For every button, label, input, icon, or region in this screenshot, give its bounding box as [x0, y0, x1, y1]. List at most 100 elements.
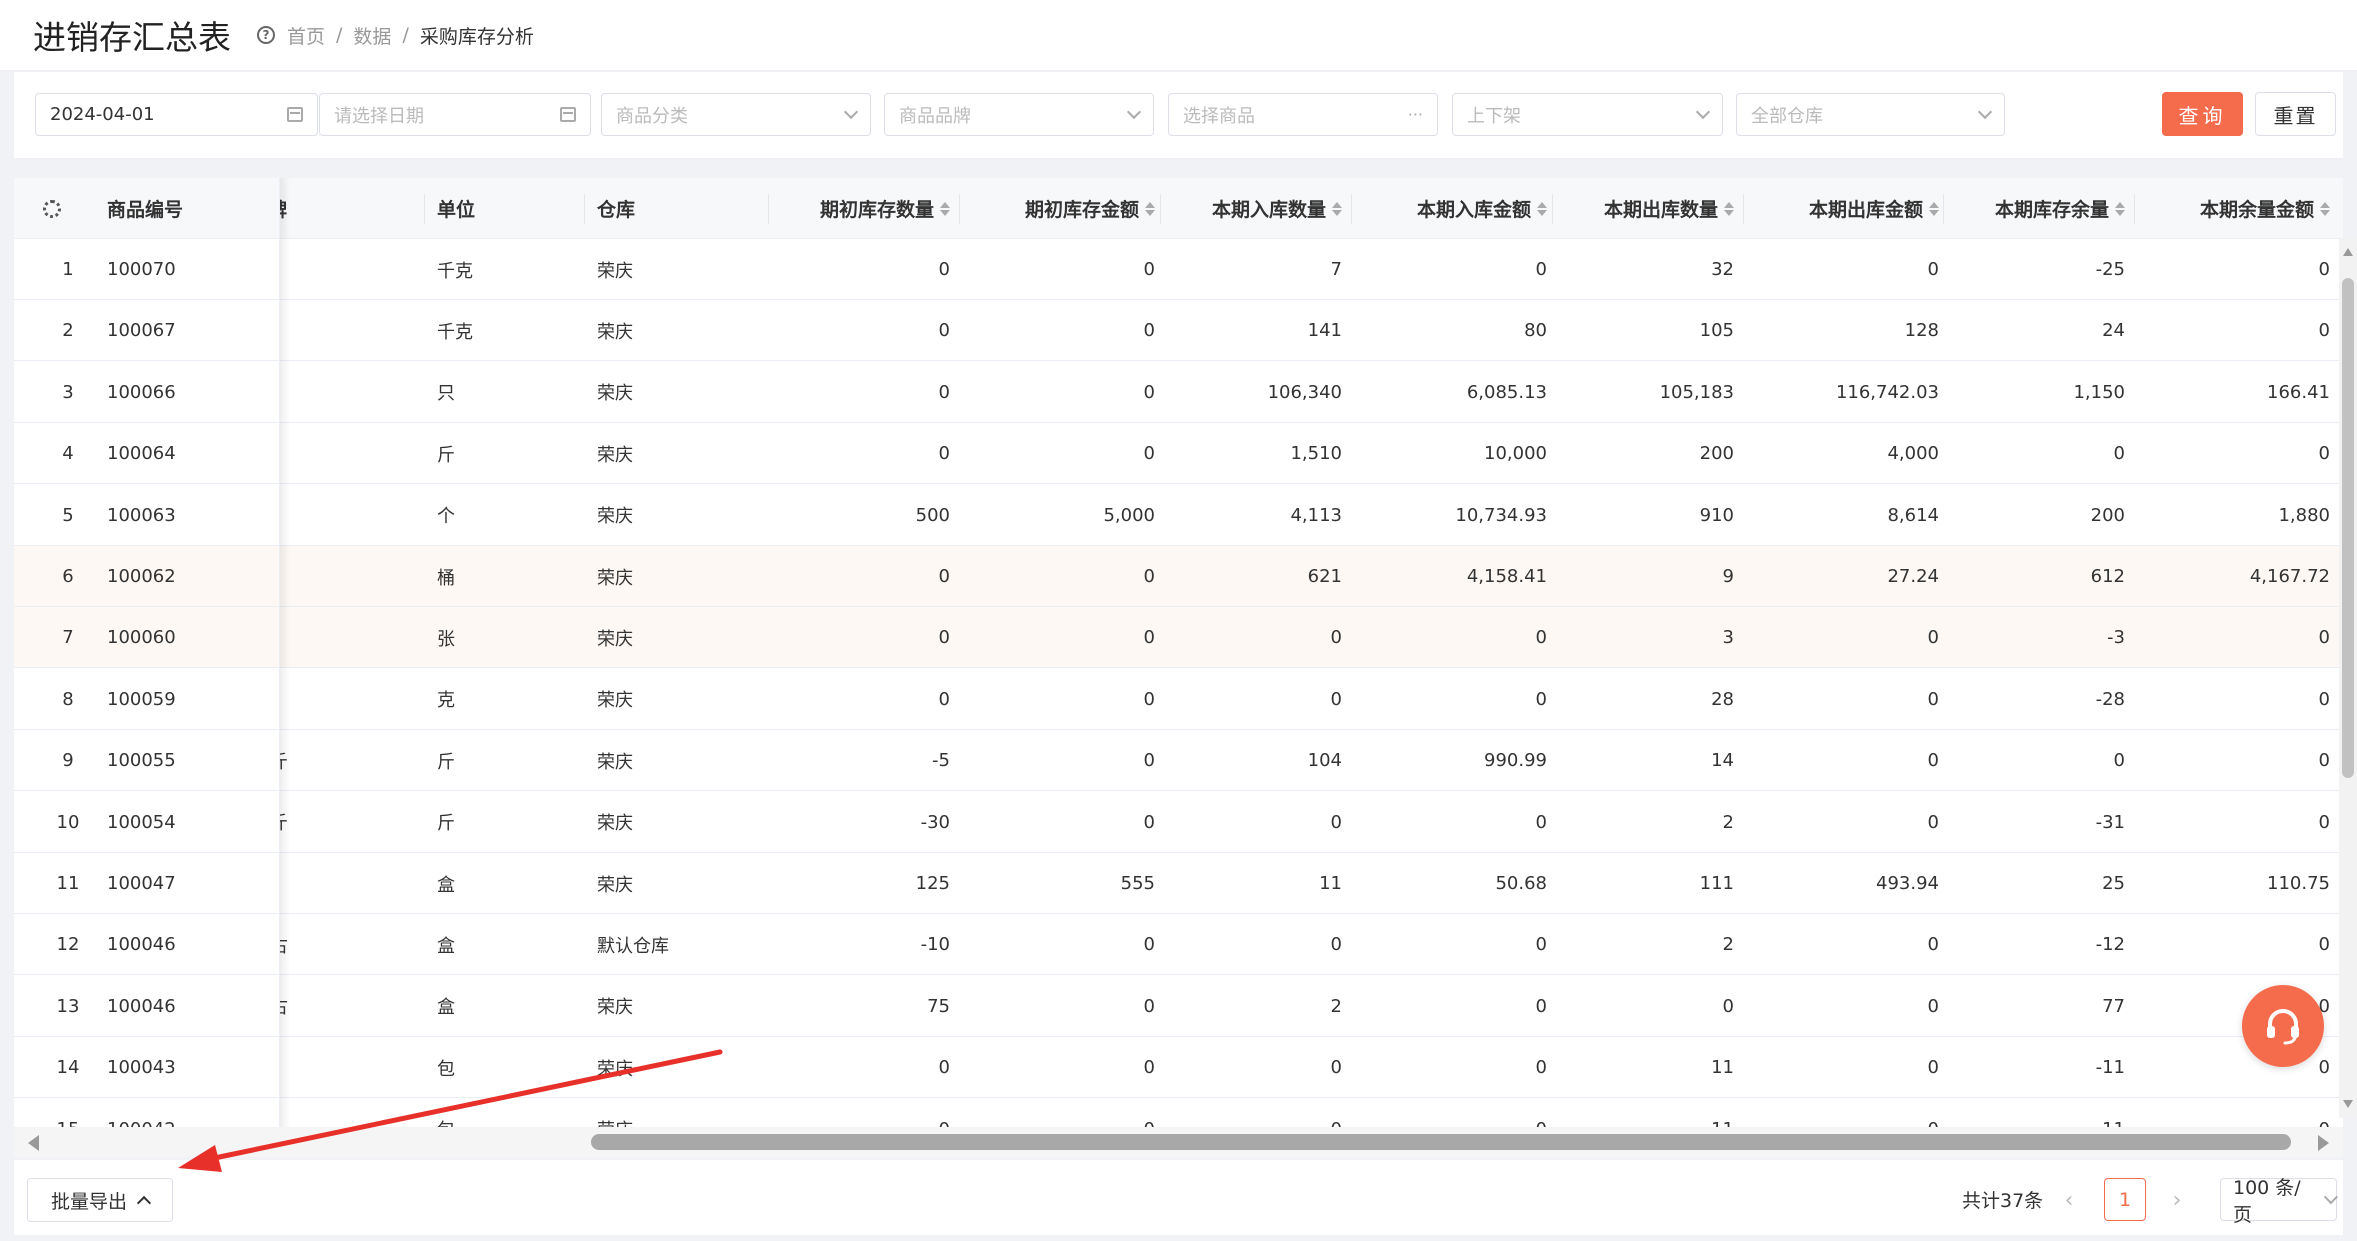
- column-header-out-amt[interactable]: 本期出库金额: [1753, 178, 1939, 239]
- start-date-picker[interactable]: 2024-04-01: [35, 93, 318, 136]
- table-row[interactable]: 6 100062 桶 荣庆 0 0 621 4,158.41 9 27.24 612 4,167.72: [14, 546, 2343, 607]
- filter-bar: 2024-04-01 请选择日期 商品分类 商品品牌 选择商品 ··· 上下架 …: [14, 72, 2343, 158]
- breadcrumb-data[interactable]: 数据: [353, 22, 391, 49]
- cell-out-amt: 128: [1753, 300, 1939, 361]
- cell-remain-qty: 0: [1939, 730, 2125, 791]
- sort-icon[interactable]: [1929, 201, 1939, 216]
- cell-remain-qty-text: 24: [2102, 320, 2125, 342]
- column-settings[interactable]: [40, 178, 64, 239]
- end-date-picker[interactable]: 请选择日期: [319, 93, 591, 136]
- query-button[interactable]: 查询: [2162, 92, 2243, 136]
- gear-icon[interactable]: [43, 199, 61, 218]
- cell-warehouse-text: 荣庆: [597, 813, 633, 835]
- sort-icon[interactable]: [2320, 201, 2330, 216]
- cell-out-amt-text: 116,742.03: [1835, 381, 1939, 403]
- cell-unit-text: 千克: [437, 260, 473, 282]
- horizontal-scrollbar[interactable]: [14, 1127, 2343, 1157]
- cell-in-qty-text: 4,113: [1290, 504, 1342, 526]
- cell-in-qty: 106,340: [1156, 362, 1342, 423]
- sort-icon[interactable]: [1332, 201, 1342, 216]
- scroll-right-icon[interactable]: [2318, 1135, 2329, 1151]
- next-page-icon[interactable]: ›: [2162, 1182, 2192, 1218]
- page-size-value: 100 条/页: [2233, 1176, 2301, 1226]
- table-row[interactable]: 10100054斤斤荣庆-3000020-310: [14, 791, 2343, 853]
- table-row[interactable]: 14 100043 包 荣庆 0 0 0 0 11 0 -11 0: [14, 1037, 2343, 1099]
- vertical-scrollbar[interactable]: [2339, 238, 2357, 1118]
- sort-icon[interactable]: [940, 201, 950, 216]
- cell-open-amt-text: 0: [1143, 1057, 1155, 1079]
- cell-open-amt: 0: [969, 914, 1155, 975]
- column-header-remain-qty[interactable]: 本期库存余量: [1939, 178, 2125, 239]
- column-header-open-qty[interactable]: 期初库存数量: [764, 178, 950, 239]
- sort-icon[interactable]: [1724, 201, 1734, 216]
- sort-icon[interactable]: [2115, 201, 2125, 216]
- cell-out-qty: 200: [1548, 423, 1734, 484]
- scroll-left-icon[interactable]: [28, 1135, 39, 1151]
- cell-remain-qty-text: -12: [2095, 934, 2125, 956]
- product-selector[interactable]: 选择商品 ···: [1168, 93, 1438, 136]
- page-size-select[interactable]: 100 条/页: [2220, 1177, 2339, 1226]
- shelf-status-select[interactable]: 上下架: [1452, 93, 1723, 136]
- cell-open-qty-text: 125: [915, 873, 950, 894]
- cell-code-text: 100063: [107, 504, 176, 526]
- table-row[interactable]: 4 100064 斤 荣庆 0 0 1,510 10,000 200 4,000 0 0: [14, 423, 2343, 485]
- cell-out-amt: 0: [1753, 792, 1939, 853]
- breadcrumb-home[interactable]: 首页: [287, 22, 325, 49]
- cell-open-amt-text: 0: [1143, 320, 1155, 342]
- cell-unit: 只: [437, 362, 557, 423]
- customer-support-button[interactable]: [2242, 985, 2324, 1067]
- category-select[interactable]: 商品分类: [601, 93, 871, 136]
- column-header-remain-amt[interactable]: 本期余量金额: [2144, 178, 2330, 239]
- table-row[interactable]: 12100046古盒默认仓库-1000020-120: [14, 914, 2343, 976]
- column-header-out-qty[interactable]: 本期出库数量: [1548, 178, 1734, 239]
- cell-in-amt: 4,158.41: [1361, 546, 1547, 607]
- prev-page-icon[interactable]: ‹: [2054, 1182, 2084, 1218]
- cell-index: 6: [40, 546, 96, 607]
- batch-export-button[interactable]: 批量导出: [27, 1178, 173, 1222]
- scroll-down-icon[interactable]: [2343, 1100, 2353, 1108]
- table-row[interactable]: 2 100067 千克 荣庆 0 0 141 80 105 128 24 0: [14, 300, 2343, 362]
- cell-out-amt: 0: [1753, 239, 1939, 300]
- sort-icon[interactable]: [1537, 201, 1547, 216]
- table-row[interactable]: 9100055斤斤荣庆-50104990.9914000: [14, 730, 2343, 792]
- cell-warehouse: 荣庆: [597, 362, 757, 423]
- table-row[interactable]: 5 100063 个 荣庆 500 5,000 4,113 10,734.93 910 8,614…: [14, 484, 2343, 546]
- sort-icon[interactable]: [1145, 201, 1155, 216]
- cell-out-amt-text: 0: [1927, 259, 1939, 280]
- cell-in-qty: 4,113: [1156, 485, 1342, 546]
- horizontal-scroll-thumb[interactable]: [591, 1134, 2291, 1150]
- column-header-in-qty[interactable]: 本期入库数量: [1156, 178, 1342, 239]
- cell-unit: 斤: [437, 730, 557, 791]
- cell-unit-text: 斤: [437, 813, 455, 835]
- cell-remain-amt-text: 4,167.72: [2249, 566, 2330, 587]
- cell-out-qty: 28: [1548, 669, 1734, 730]
- cell-open-qty: 125: [764, 853, 950, 914]
- cell-index: 5: [40, 485, 96, 546]
- cell-code: 100063: [107, 485, 267, 546]
- cell-index-text: 6: [62, 566, 74, 587]
- table-row[interactable]: 3 100066 只 荣庆 0 0 106,340 6,085.13 105,183 116,74…: [14, 361, 2343, 423]
- cell-index-text: 8: [62, 688, 74, 710]
- question-circle-icon[interactable]: ?: [257, 26, 275, 44]
- warehouse-select[interactable]: 全部仓库: [1736, 93, 2005, 136]
- table-row[interactable]: 15100042包荣庆0000110-110: [14, 1098, 2343, 1128]
- page-number-current[interactable]: 1: [2104, 1178, 2146, 1221]
- table-row[interactable]: 13100046古盒荣庆7502000770: [14, 975, 2343, 1037]
- table-row[interactable]: 1 100070 千克 荣庆 0 0 7 0 32 0 -25 0: [14, 239, 2343, 300]
- more-icon[interactable]: ···: [1408, 105, 1423, 124]
- category-placeholder: 商品分类: [616, 105, 688, 127]
- cell-out-qty: 9: [1548, 546, 1734, 607]
- reset-button[interactable]: 重置: [2255, 92, 2336, 136]
- table-row[interactable]: 11 100047 盒 荣庆 125 555 11 50.68 111 493.94 25 110.7…: [14, 853, 2343, 914]
- scroll-up-icon[interactable]: [2343, 248, 2353, 256]
- cell-out-qty-text: 200: [1699, 443, 1734, 465]
- table-row[interactable]: 7 100060 张 荣庆 0 0 0 0 3 0 -3 0: [14, 607, 2343, 669]
- column-header-in-amt[interactable]: 本期入库金额: [1361, 178, 1547, 239]
- brand-select[interactable]: 商品品牌: [884, 93, 1154, 136]
- cell-out-qty: 11: [1548, 1099, 1734, 1128]
- table-row[interactable]: 8 100059 克 荣庆 0 0 0 0 28 0 -28 0: [14, 668, 2343, 730]
- cell-in-qty: 2: [1156, 976, 1342, 1037]
- vertical-scroll-thumb[interactable]: [2342, 278, 2354, 778]
- column-header-open-amt[interactable]: 期初库存金额: [969, 178, 1155, 239]
- cell-unit: 包: [437, 1037, 557, 1098]
